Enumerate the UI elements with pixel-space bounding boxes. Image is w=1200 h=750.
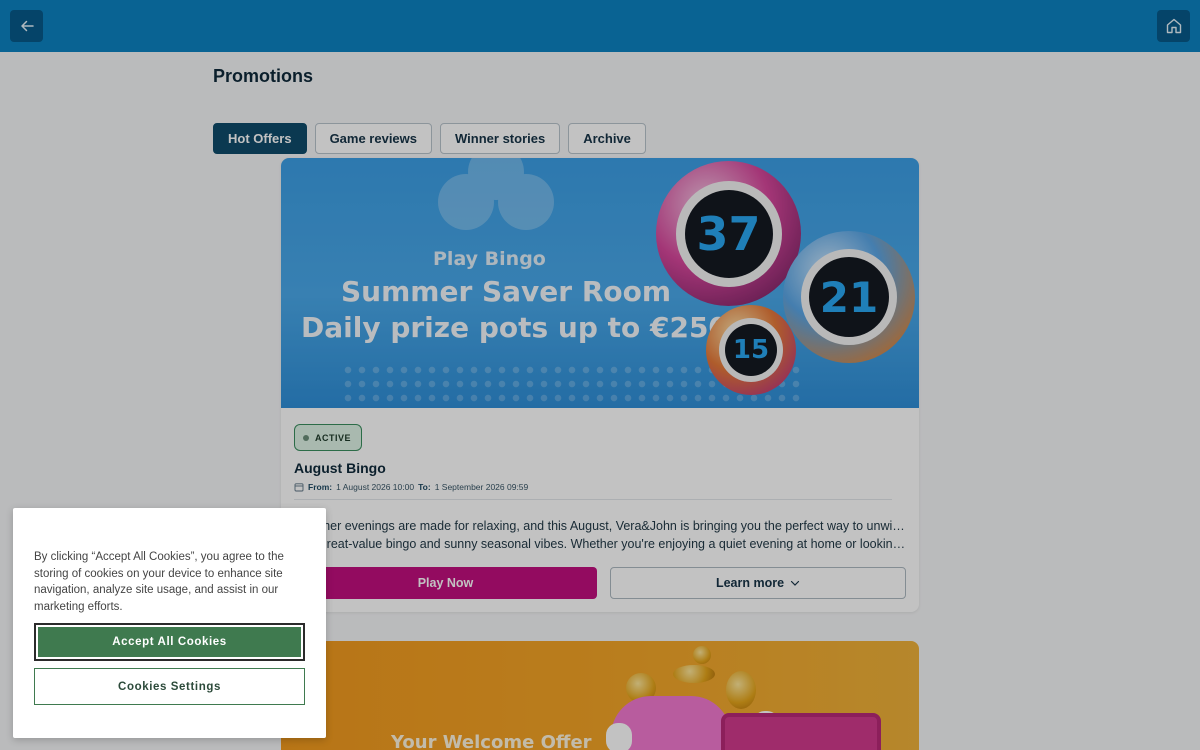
accept-all-cookies-button[interactable]: Accept All Cookies (34, 623, 305, 661)
cookies-settings-button[interactable]: Cookies Settings (34, 668, 305, 705)
cookie-consent-banner: By clicking “Accept All Cookies”, you ag… (13, 508, 326, 738)
cookie-consent-text: By clicking “Accept All Cookies”, you ag… (34, 551, 284, 613)
